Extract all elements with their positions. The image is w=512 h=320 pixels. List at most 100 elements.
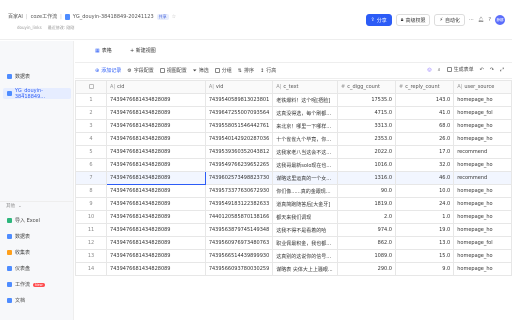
table-cell[interactable]: 7439476681434828089: [106, 210, 206, 224]
table-cell[interactable]: 7439647255007093564: [204, 106, 274, 120]
sidebar-item-import-excel[interactable]: 导入 Excel: [3, 215, 71, 226]
table-row[interactable]: 4 7439476681434828089 7439540142920287036 十…: [75, 132, 512, 146]
expand-icon[interactable]: ⤢: [500, 67, 504, 73]
sidebar-item-doc[interactable]: 文档: [3, 295, 71, 306]
table-cell[interactable]: 1.0: [394, 210, 455, 224]
table-cell[interactable]: 谋略这里运真的一个女...: [272, 171, 339, 185]
table-cell[interactable]: 19.0: [394, 223, 455, 237]
table-cell[interactable]: 7439539360352043812: [204, 145, 274, 159]
table-cell[interactable]: homepage_ho: [453, 119, 512, 133]
table-row[interactable]: 13 7439476681434828089 7439566514439899930…: [75, 249, 512, 263]
table-cell[interactable]: 1089.0: [337, 249, 396, 263]
table-cell[interactable]: 7439476681434828089: [106, 93, 206, 107]
table-cell[interactable]: homepage_ho: [453, 132, 512, 146]
table-row[interactable]: 6 7439476681434828089 7439549766239652265 这…: [75, 158, 512, 172]
table-cell[interactable]: 7439566093780030259: [204, 262, 274, 276]
add-record-button[interactable]: ⊕ 添加记录: [95, 67, 121, 75]
table-cell[interactable]: 7439563879745149348: [204, 223, 274, 237]
view-config-button[interactable]: 视图配置: [159, 67, 187, 74]
table-cell[interactable]: 7439549766239652265: [204, 158, 274, 172]
table-cell[interactable]: homepage_ho: [453, 223, 512, 237]
table-cell[interactable]: 15.0: [394, 249, 455, 263]
sidebar-item-current-table[interactable]: YG_douyin-38418849...: [3, 88, 71, 100]
select-all-checkbox[interactable]: [75, 80, 108, 94]
table-row[interactable]: 7 7439476681434828089 7439602573498823730 谋…: [75, 171, 512, 185]
column-header-cid[interactable]: A| cid: [106, 80, 206, 94]
table-cell[interactable]: 4715.0: [337, 106, 396, 120]
table-cell[interactable]: 7439560976973480763: [204, 236, 274, 250]
table-cell[interactable]: 1316.0: [337, 171, 396, 185]
table-cell[interactable]: 7439476681434828089: [106, 158, 206, 172]
table-cell[interactable]: 这我哥最新solo现在也...: [272, 158, 339, 172]
table-cell[interactable]: 道真简跑随答后[大金牙]: [272, 197, 339, 211]
table-cell[interactable]: 这真没得选，每个刷都...: [272, 106, 339, 120]
sort-button[interactable]: ⇅ 排序: [238, 67, 254, 75]
table-cell[interactable]: homepage_ho: [453, 262, 512, 276]
automation-button[interactable]: ⚡︎ 自动化: [434, 14, 465, 26]
table-cell[interactable]: homepage_ho: [453, 197, 512, 211]
table-cell[interactable]: 143.0: [394, 93, 455, 107]
table-cell[interactable]: 32.0: [394, 158, 455, 172]
table-cell[interactable]: 这真别的这说你的信号...: [272, 249, 339, 263]
share-button[interactable]: ⇪ 分享: [365, 14, 392, 26]
table-cell[interactable]: 老铁爆料！这个呢[捂脸]: [272, 93, 339, 107]
row-number[interactable]: 7: [75, 171, 108, 185]
row-number[interactable]: 3: [75, 119, 108, 133]
table-row[interactable]: 11 7439476681434828089 7439563879745149348…: [75, 223, 512, 237]
table-cell[interactable]: 17535.0: [337, 93, 396, 107]
sidebar-item-new-table[interactable]: 数据表: [3, 231, 71, 242]
table-cell[interactable]: 7439566514439899930: [204, 249, 274, 263]
column-header-digg-count[interactable]: # c_digg_count: [337, 80, 396, 94]
table-cell[interactable]: 7439558051546442761: [204, 119, 274, 133]
more-icon[interactable]: ⋯: [469, 17, 474, 23]
column-header-c-text[interactable]: A| c_text: [272, 80, 339, 94]
table-cell[interactable]: homepage_ho: [453, 184, 512, 198]
table-cell[interactable]: 10.0: [394, 184, 455, 198]
table-cell[interactable]: 7439476681434828089: [106, 236, 206, 250]
table-cell[interactable]: 谋略表 尖体大上上骚眼...: [272, 262, 339, 276]
table-cell[interactable]: 1016.0: [337, 158, 396, 172]
breadcrumb-file[interactable]: YG_douyin-38418849-20241123: [73, 14, 154, 20]
table-row[interactable]: 1 7439476681434828089 7439540589813023801 老…: [75, 93, 512, 107]
table-cell[interactable]: 来北京！哪里一下哪样...: [272, 119, 339, 133]
table-cell[interactable]: homepage_ho: [453, 158, 512, 172]
row-number[interactable]: 10: [75, 210, 108, 224]
sidebar-group-header[interactable]: 其他 ⌄: [6, 203, 22, 210]
table-cell[interactable]: 你们像......真的金跟现...: [272, 184, 339, 198]
row-number[interactable]: 5: [75, 145, 108, 159]
table-cell[interactable]: 7439476681434828089: [106, 171, 206, 185]
column-header-user-source[interactable]: A| user_source: [453, 80, 512, 94]
row-number[interactable]: 11: [75, 223, 108, 237]
table-cell[interactable]: 7439476681434828089: [106, 145, 206, 159]
table-row[interactable]: 12 7439476681434828089 7439560976973480763…: [75, 236, 512, 250]
table-cell[interactable]: 290.0: [337, 262, 396, 276]
row-number[interactable]: 1: [75, 93, 108, 107]
table-cell[interactable]: 41.0: [394, 106, 455, 120]
table-cell[interactable]: 7439476681434828089: [106, 184, 206, 198]
table-cell[interactable]: 7439476681434828089: [106, 106, 206, 120]
table-cell[interactable]: 7439476681434828089: [106, 223, 206, 237]
table-cell[interactable]: 46.0: [394, 171, 455, 185]
table-cell[interactable]: 这我不得不是看着的哈: [272, 223, 339, 237]
table-row[interactable]: 2 7439476681434828089 7439647255007093564 这…: [75, 106, 512, 120]
tab-new-view[interactable]: + 新建视图: [130, 47, 156, 54]
generate-form-button[interactable]: 生成表单: [446, 66, 474, 73]
table-row[interactable]: 3 7439476681434828089 7439558051546442761 来…: [75, 119, 512, 133]
row-number[interactable]: 12: [75, 236, 108, 250]
table-cell[interactable]: 十个雀雀九个毕竟，你...: [272, 132, 339, 146]
table-cell[interactable]: recommend: [453, 145, 512, 159]
table-cell[interactable]: 90.0: [337, 184, 396, 198]
table-cell[interactable]: 2.0: [337, 210, 396, 224]
table-row[interactable]: 14 7439476681434828089 7439566093780030259…: [75, 262, 512, 276]
table-cell[interactable]: recommend: [453, 171, 512, 185]
table-cell[interactable]: homepage_ho: [453, 210, 512, 224]
group-button[interactable]: 分组: [214, 67, 232, 74]
table-row[interactable]: 9 7439476681434828089 7439549183122382633 道…: [75, 197, 512, 211]
table-cell[interactable]: 862.0: [337, 236, 396, 250]
permission-button[interactable]: 🔒︎ 高级权限: [395, 14, 431, 26]
table-cell[interactable]: 这我家老八当这会不这...: [272, 145, 339, 159]
bell-icon[interactable]: 🔔︎: [478, 17, 484, 23]
row-number[interactable]: 6: [75, 158, 108, 172]
table-cell[interactable]: 9.0: [394, 262, 455, 276]
search-icon[interactable]: ⌕: [438, 67, 441, 73]
